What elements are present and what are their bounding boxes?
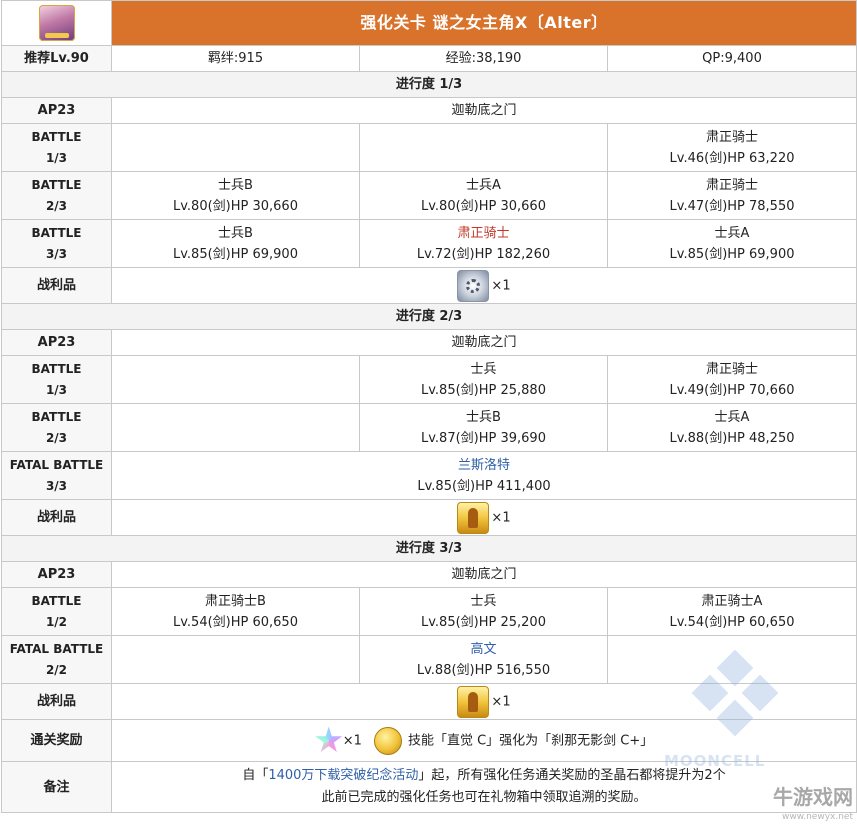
battle-row: BATTLE 2/3 士兵B Lv.80(剑)HP 30,660 士兵A Lv.80… — [1, 171, 857, 220]
battle-label: BATTLE 2/3 — [1, 171, 112, 220]
notes-cell: 自「1400万下载突破纪念活动」起，所有强化任务通关奖励的圣晶石都将提升为2个 … — [110, 761, 857, 813]
reward-quantity: ×1 — [342, 733, 362, 748]
enemy-cell: 士兵B Lv.80(剑)HP 30,660 — [111, 171, 360, 220]
enemy-cell: 肃正骑士 Lv.47(剑)HP 78,550 — [606, 171, 857, 220]
notes-label: 备注 — [1, 761, 112, 813]
quest-title-cell: 强化关卡 谜之女主角X〔Alter〕 — [110, 0, 857, 46]
loot-quantity: ×1 — [491, 510, 511, 525]
location-name: 迦勒底之门 — [110, 561, 857, 588]
skill-coin-icon — [373, 726, 402, 755]
gear-item-icon[interactable] — [457, 269, 490, 302]
ap-row: AP23 迦勒底之门 — [1, 329, 857, 356]
enemy-cell: 士兵A Lv.85(剑)HP 69,900 — [606, 219, 857, 268]
loot-row: 战利品 ×1 — [1, 499, 857, 536]
enemy-cell — [111, 403, 360, 452]
boss-name-link[interactable]: 兰斯洛特 — [113, 455, 856, 476]
battle-label: FATAL BATTLE 3/3 — [1, 451, 112, 500]
note-line-1: 自「1400万下载突破纪念活动」起，所有强化任务通关奖励的圣晶石都将提升为2个 — [242, 768, 726, 783]
loot-label: 战利品 — [1, 683, 112, 720]
enemy-cell: 士兵A Lv.88(剑)HP 48,250 — [606, 403, 857, 452]
loot-row: 战利品 ×1 — [1, 683, 857, 720]
battle-row: BATTLE 1/3 士兵 Lv.85(剑)HP 25,880 肃正骑士 Lv.49… — [1, 355, 857, 404]
fatal-battle-row: FATAL BATTLE 3/3 兰斯洛特 Lv.85(剑)HP 411,400 — [1, 451, 857, 500]
battle-label: BATTLE 1/2 — [1, 587, 112, 636]
qp-value: QP:9,400 — [606, 45, 857, 72]
enemy-cell: 肃正骑士A Lv.54(剑)HP 60,650 — [606, 587, 857, 636]
battle-label: BATTLE 3/3 — [1, 219, 112, 268]
boss-cell: 高文 Lv.88(剑)HP 516,550 — [359, 635, 608, 684]
progress-header: 进行度 3/3 — [0, 535, 857, 562]
loot-quantity: ×1 — [491, 278, 511, 293]
enemy-cell — [111, 355, 360, 404]
battle-label: BATTLE 1/3 — [1, 123, 112, 172]
statue-item-icon[interactable] — [457, 501, 490, 534]
loot-label: 战利品 — [1, 499, 112, 536]
battle-label: FATAL BATTLE 2/2 — [1, 635, 112, 684]
battle-label: BATTLE 2/3 — [1, 403, 112, 452]
battle-row: BATTLE 3/3 士兵B Lv.85(剑)HP 69,900 肃正骑士 Lv.7… — [1, 219, 857, 268]
location-name: 迦勒底之门 — [110, 97, 857, 124]
enemy-cell: 肃正骑士 Lv.72(剑)HP 182,260 — [359, 219, 608, 268]
servant-avatar-icon — [38, 5, 75, 41]
quest-info-row: 推荐Lv.90 羁绊:915 经验:38,190 QP:9,400 — [1, 45, 857, 72]
clear-reward-row: 通关奖励 ×1 技能「直觉 C」强化为「刹那无影剑 C+」 — [1, 719, 857, 762]
quest-table: 强化关卡 谜之女主角X〔Alter〕 推荐Lv.90 羁绊:915 经验:38,… — [0, 0, 857, 813]
ap-cost: AP23 — [1, 561, 112, 588]
enemy-cell: 肃正骑士 Lv.46(剑)HP 63,220 — [606, 123, 857, 172]
loot-cell: ×1 — [110, 499, 857, 536]
title-row: 强化关卡 谜之女主角X〔Alter〕 — [1, 0, 857, 46]
empty-cell — [111, 635, 360, 684]
enemy-cell: 肃正骑士B Lv.54(剑)HP 60,650 — [111, 587, 360, 636]
empty-cell — [606, 635, 857, 684]
enemy-cell: 士兵B Lv.85(剑)HP 69,900 — [111, 219, 360, 268]
battle-label: BATTLE 1/3 — [1, 355, 112, 404]
ap-row: AP23 迦勒底之门 — [1, 97, 857, 124]
progress-header: 进行度 2/3 — [0, 303, 857, 330]
battle-row: BATTLE 1/2 肃正骑士B Lv.54(剑)HP 60,650 士兵 Lv.8… — [1, 587, 857, 636]
event-link[interactable]: 1400万下载突破纪念活动 — [268, 768, 418, 783]
reward-text: 技能「直觉 C」强化为「刹那无影剑 C+」 — [407, 733, 654, 748]
boss-name-link[interactable]: 肃正骑士 — [361, 223, 607, 244]
clear-reward-label: 通关奖励 — [1, 719, 112, 762]
exp-value: 经验:38,190 — [359, 45, 608, 72]
loot-cell: ×1 — [110, 267, 857, 304]
ap-cost: AP23 — [1, 97, 112, 124]
enemy-cell: 肃正骑士 Lv.49(剑)HP 70,660 — [606, 355, 857, 404]
loot-label: 战利品 — [1, 267, 112, 304]
enemy-cell: 士兵B Lv.87(剑)HP 39,690 — [359, 403, 608, 452]
loot-quantity: ×1 — [491, 694, 511, 709]
loot-row: 战利品 ×1 — [1, 267, 857, 304]
recommend-level: 推荐Lv.90 — [1, 45, 112, 72]
clear-reward-cell: ×1 技能「直觉 C」强化为「刹那无影剑 C+」 — [110, 719, 857, 762]
site-logo: 牛游戏网 www.newyx.net — [773, 785, 853, 822]
battle-row: BATTLE 2/3 士兵B Lv.87(剑)HP 39,690 士兵A Lv.88… — [1, 403, 857, 452]
enemy-cell — [359, 123, 608, 172]
note-line-2: 此前已完成的强化任务也可在礼物箱中领取追溯的奖励。 — [321, 790, 647, 805]
fatal-battle-row: FATAL BATTLE 2/2 高文 Lv.88(剑)HP 516,550 — [1, 635, 857, 684]
enemy-cell — [111, 123, 360, 172]
saint-quartz-icon[interactable] — [315, 726, 343, 752]
servant-avatar-cell — [1, 0, 112, 46]
boss-name-link[interactable]: 高文 — [361, 639, 607, 660]
boss-cell: 兰斯洛特 Lv.85(剑)HP 411,400 — [110, 451, 857, 500]
enemy-cell: 士兵A Lv.80(剑)HP 30,660 — [359, 171, 608, 220]
location-name: 迦勒底之门 — [110, 329, 857, 356]
bond-value: 羁绊:915 — [111, 45, 360, 72]
ap-cost: AP23 — [1, 329, 112, 356]
statue-item-icon[interactable] — [457, 685, 490, 718]
enemy-cell: 士兵 Lv.85(剑)HP 25,200 — [359, 587, 608, 636]
battle-row: BATTLE 1/3 肃正骑士 Lv.46(剑)HP 63,220 — [1, 123, 857, 172]
ap-row: AP23 迦勒底之门 — [1, 561, 857, 588]
progress-header: 进行度 1/3 — [0, 71, 857, 98]
quest-title: 强化关卡 谜之女主角X〔Alter〕 — [360, 12, 608, 32]
notes-row: 备注 自「1400万下载突破纪念活动」起，所有强化任务通关奖励的圣晶石都将提升为… — [1, 761, 857, 813]
enemy-cell: 士兵 Lv.85(剑)HP 25,880 — [359, 355, 608, 404]
loot-cell: ×1 — [110, 683, 857, 720]
